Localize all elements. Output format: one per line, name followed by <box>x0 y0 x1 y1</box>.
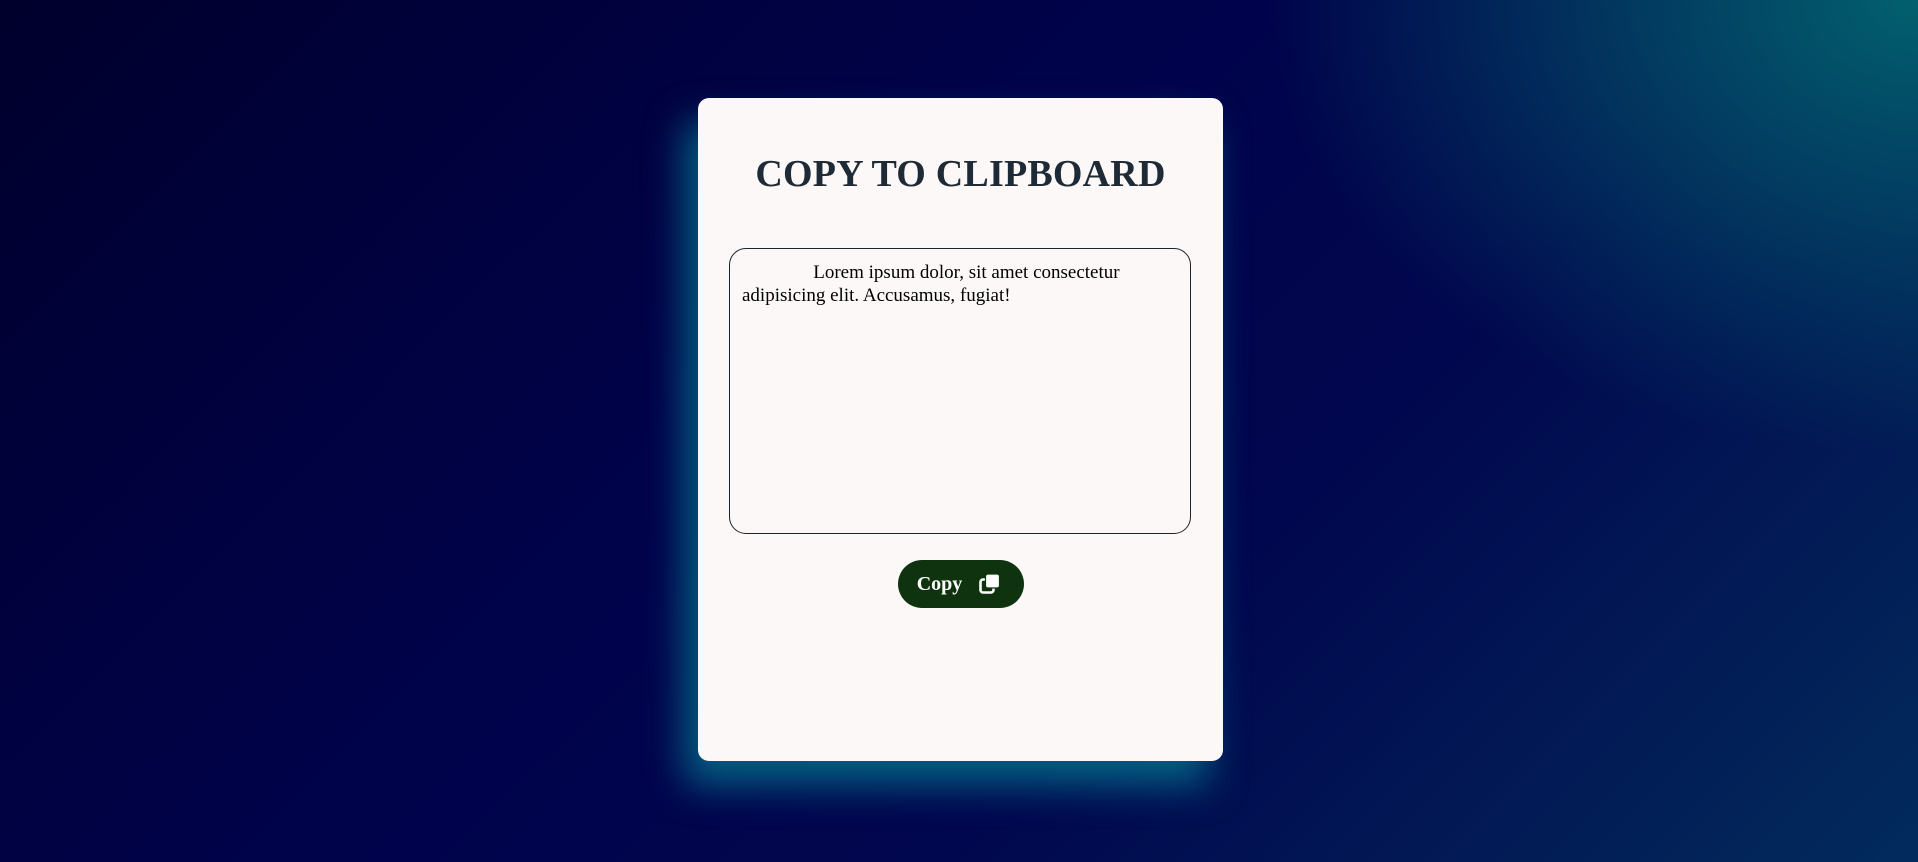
copy-button-label: Copy <box>916 572 963 595</box>
page-title: COPY TO CLIPBOARD <box>755 153 1166 195</box>
copy-icon <box>979 573 1001 595</box>
clipboard-card: COPY TO CLIPBOARD Lorem ipsum dolor, sit… <box>698 98 1223 761</box>
text-input-area[interactable]: Lorem ipsum dolor, sit amet consectetur … <box>729 248 1191 534</box>
copy-button[interactable]: Copy <box>898 560 1024 608</box>
